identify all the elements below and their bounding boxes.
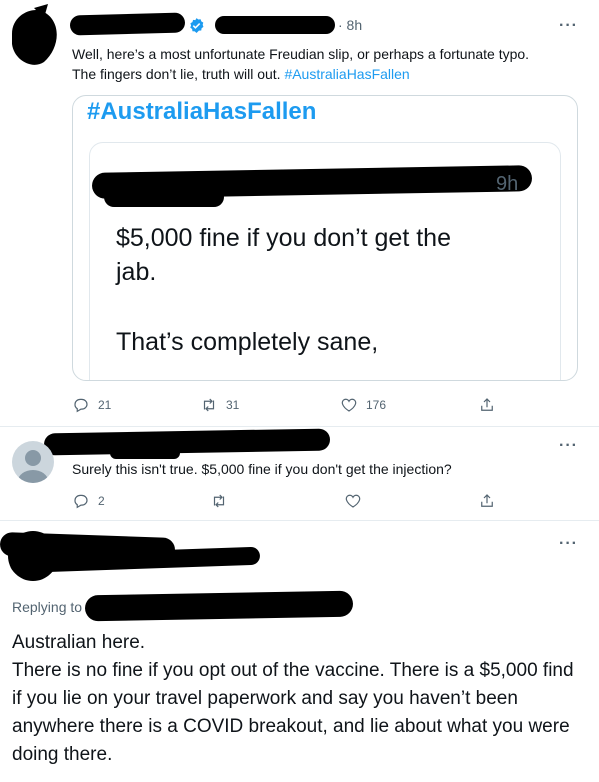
avatar-default[interactable]	[12, 441, 54, 483]
media-hashtag-heading: #AustraliaHasFallen	[87, 98, 317, 125]
tweet-text: Surely this isn't true. $5,000 fine if y…	[72, 461, 452, 477]
hashtag-link[interactable]: #AustraliaHasFallen	[284, 66, 409, 82]
retweet-button[interactable]	[210, 492, 228, 510]
retweet-button[interactable]: 31	[200, 396, 239, 414]
display-name-redacted[interactable]	[43, 428, 331, 456]
media-card[interactable]: #AustraliaHasFallen 9h $5,000 fine if yo…	[72, 95, 578, 381]
tweet-text: Australian here. There is no fine if you…	[12, 632, 574, 765]
like-count: 176	[366, 398, 387, 412]
retweet-icon	[213, 494, 225, 508]
reply-button[interactable]: 2	[72, 492, 105, 510]
share-icon	[481, 494, 493, 507]
reply-button[interactable]: 21	[72, 396, 111, 414]
tweet-text-line-2: The fingers don’t lie, truth will out. #…	[72, 64, 582, 84]
replying-to-handle-redacted[interactable]	[84, 590, 354, 622]
quoted-text: $5,000 fine if you don’t get the jab. Th…	[116, 221, 556, 359]
tweet-1[interactable]: · 8h ··· Well, here’s a most unfortunate…	[0, 0, 599, 425]
share-button[interactable]	[478, 396, 496, 414]
more-options-button[interactable]: ···	[559, 17, 578, 35]
tweet-2[interactable]: ··· Surely this isn't true. $5,000 fine …	[0, 427, 599, 519]
tweet-3[interactable]: ··· Replying to Australian here. There i…	[0, 521, 599, 782]
quoted-time: 9h	[496, 173, 519, 195]
handle-redacted[interactable]	[110, 447, 180, 459]
more-options-button[interactable]: ···	[559, 437, 578, 455]
handle-redacted[interactable]	[215, 16, 335, 34]
heart-icon	[341, 398, 357, 412]
reply-icon	[74, 398, 88, 413]
avatar-redacted[interactable]	[4, 4, 64, 68]
reply-icon	[74, 494, 88, 509]
tweet-time[interactable]: · 8h	[338, 17, 362, 33]
heart-icon	[345, 494, 361, 508]
share-button[interactable]	[478, 492, 496, 510]
retweet-icon	[203, 398, 215, 412]
tweet-text-line-2-prefix: The fingers don’t lie, truth will out.	[72, 66, 285, 82]
quoted-line-1: $5,000 fine if you don’t get the	[116, 224, 451, 252]
tweet-text-line-1: Well, here’s a most unfortunate Freudian…	[72, 46, 530, 62]
quoted-author-redacted-2	[104, 187, 224, 207]
reply-count: 2	[98, 494, 105, 508]
reply-count: 21	[98, 398, 112, 412]
replying-to-label: Replying to	[12, 599, 83, 615]
quoted-line-3: That’s completely sane,	[116, 328, 379, 356]
retweet-count: 31	[226, 398, 240, 412]
share-icon	[481, 398, 493, 411]
verified-badge-icon	[188, 17, 205, 34]
default-user-icon	[18, 450, 48, 483]
quoted-screenshot: 9h $5,000 fine if you don’t get the jab.…	[89, 142, 561, 380]
like-button[interactable]	[344, 492, 362, 510]
like-button[interactable]: 176	[340, 396, 386, 414]
display-name-redacted[interactable]	[69, 12, 186, 36]
quoted-line-2: jab.	[116, 258, 157, 286]
more-options-button[interactable]: ···	[559, 535, 578, 553]
tweet-text: Well, here’s a most unfortunate Freudian…	[72, 44, 582, 84]
